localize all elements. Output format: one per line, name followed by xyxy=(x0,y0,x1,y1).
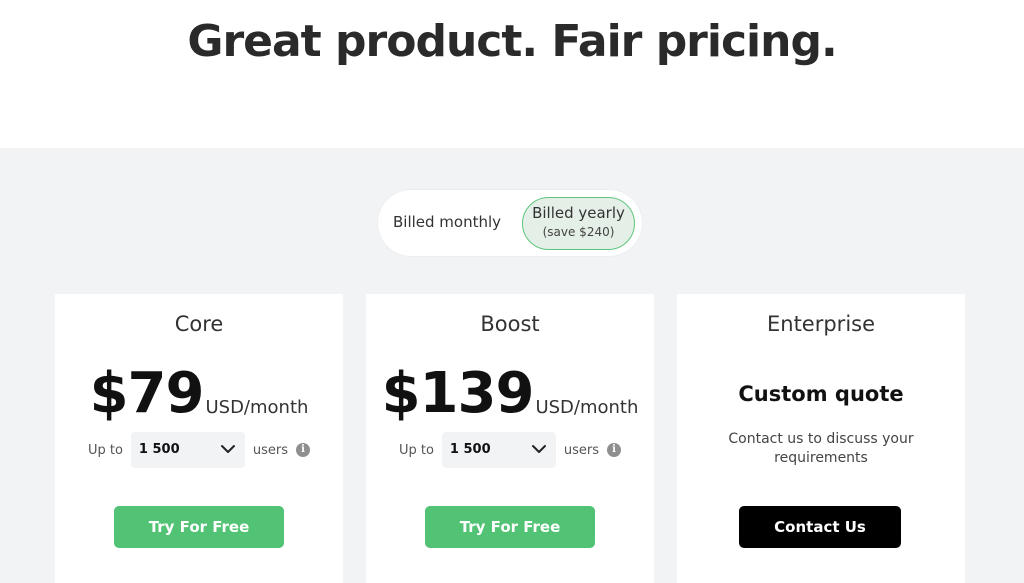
try-for-free-button-boost[interactable]: Try For Free xyxy=(425,506,595,548)
plan-card-core: Core $79 USD/month Up to 1 500 users i T… xyxy=(55,294,343,583)
yearly-savings-note: (save $240) xyxy=(542,225,615,239)
contact-us-button[interactable]: Contact Us xyxy=(739,506,901,548)
custom-quote-heading: Custom quote xyxy=(738,382,904,406)
users-suffix: users xyxy=(563,442,600,458)
plan-name: Core xyxy=(174,312,224,336)
enterprise-description: Contact us to discuss your requirements xyxy=(728,431,914,466)
plan-name: Boost xyxy=(480,312,540,336)
billed-monthly-option[interactable]: Billed monthly xyxy=(393,213,501,231)
users-select-value: 1 500 xyxy=(449,442,491,457)
users-prefix: Up to xyxy=(398,442,434,458)
billed-yearly-label: Billed yearly xyxy=(532,204,625,222)
users-select[interactable]: 1 500 xyxy=(441,432,556,468)
users-row: Up to 1 500 users i xyxy=(55,432,343,468)
plan-price: $139 xyxy=(381,361,535,426)
users-prefix: Up to xyxy=(87,442,123,458)
plan-name: Enterprise xyxy=(766,312,876,336)
price-row: $79 USD/month xyxy=(55,364,343,424)
chevron-down-icon xyxy=(531,445,546,453)
users-row: Up to 1 500 users i xyxy=(366,432,654,468)
chevron-down-icon xyxy=(220,445,235,453)
plan-price: $79 xyxy=(89,361,205,426)
users-select[interactable]: 1 500 xyxy=(130,432,245,468)
page-title: Great product. Fair pricing. xyxy=(187,16,837,67)
price-unit: USD/month xyxy=(535,397,639,418)
billing-toggle[interactable]: Billed monthly Billed yearly (save $240) xyxy=(378,190,642,256)
pricing-section: Billed monthly Billed yearly (save $240)… xyxy=(0,148,1024,583)
plan-card-enterprise: Enterprise Custom quote Contact us to di… xyxy=(677,294,965,583)
users-suffix: users xyxy=(252,442,289,458)
users-select-value: 1 500 xyxy=(138,442,180,457)
price-unit: USD/month xyxy=(205,397,309,418)
try-for-free-button-core[interactable]: Try For Free xyxy=(114,506,284,548)
price-row: $139 USD/month xyxy=(366,364,654,424)
billed-yearly-option[interactable]: Billed yearly (save $240) xyxy=(522,197,635,250)
info-icon[interactable]: i xyxy=(607,443,622,457)
hero-section: Great product. Fair pricing. xyxy=(0,0,1024,148)
info-icon[interactable]: i xyxy=(296,443,311,457)
plan-card-boost: Boost $139 USD/month Up to 1 500 users i… xyxy=(366,294,654,583)
